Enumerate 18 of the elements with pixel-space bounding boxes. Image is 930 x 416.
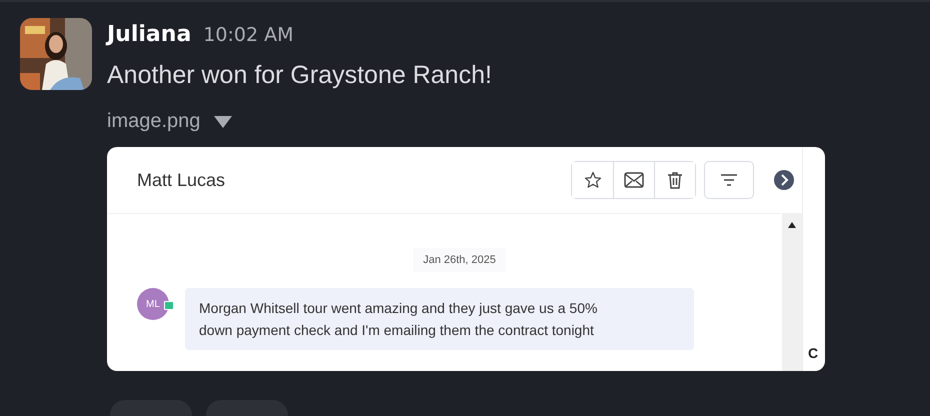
trash-icon (667, 171, 683, 189)
message-time[interactable]: 10:02 AM (203, 24, 294, 46)
next-icon[interactable] (774, 170, 794, 190)
scroll-up-icon[interactable] (788, 222, 796, 228)
filter-button[interactable] (704, 161, 754, 199)
star-icon (584, 171, 602, 189)
delete-button[interactable] (654, 162, 695, 198)
date-label: Jan 26th, 2025 (413, 248, 506, 272)
panel-text: C (807, 345, 820, 361)
chat-message: Morgan Whitsell tour went amazing and they just gave us a 50% down payment check and I'm emailing them the contract tonight (185, 288, 694, 350)
mail-icon (624, 172, 644, 188)
filter-icon (720, 173, 738, 187)
contact-name: Matt Lucas (137, 170, 226, 190)
author-name[interactable]: Juliana (107, 22, 192, 47)
image-preview[interactable]: Matt Lucas Jan 26th, 2025 ML Morgan Whitsell tour went amazing and they just gave us a 50% down payment check and I'm emailing them the contract tonight C (107, 147, 825, 371)
attachment-name[interactable]: image.png (107, 110, 200, 133)
caret-icon[interactable] (214, 116, 232, 128)
message-text: Another won for Graystone Ranch! (107, 61, 493, 90)
